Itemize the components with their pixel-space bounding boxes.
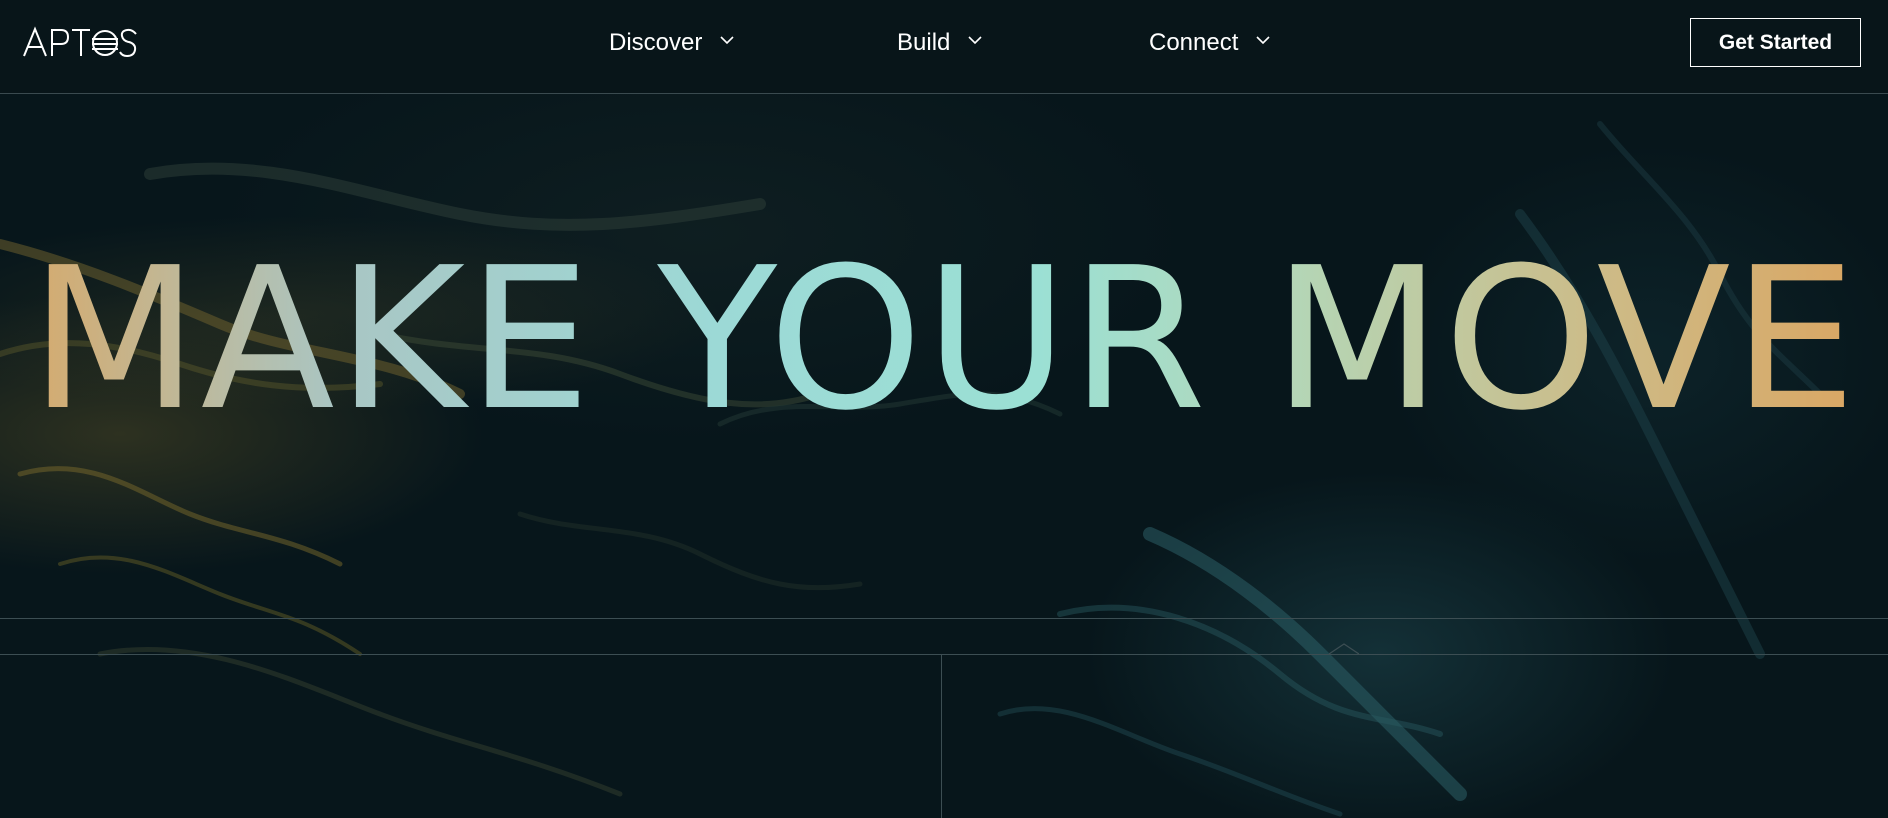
- divider-notch: [1329, 643, 1359, 655]
- aptos-logo[interactable]: [22, 26, 140, 58]
- aptos-logo-icon: [23, 26, 137, 58]
- divider: [0, 654, 1888, 655]
- divider: [0, 618, 1888, 619]
- nav-connect-label: Connect: [1149, 29, 1239, 56]
- nav-connect[interactable]: Connect: [1149, 0, 1270, 86]
- site-header: Discover Build Connect Get Started: [0, 0, 1888, 94]
- nav-build[interactable]: Build: [897, 0, 982, 86]
- hero-headline: MAKE YOUR MOVE: [0, 242, 1888, 438]
- chevron-down-icon: [1256, 32, 1270, 50]
- hero-section: MAKE YOUR MOVE: [0, 94, 1888, 818]
- get-started-button[interactable]: Get Started: [1690, 18, 1861, 67]
- nav-discover[interactable]: Discover: [609, 0, 734, 86]
- nav-discover-label: Discover: [609, 29, 703, 56]
- chevron-down-icon: [720, 32, 734, 50]
- chevron-down-icon: [968, 32, 982, 50]
- column-divider: [941, 655, 942, 818]
- marbled-background: [0, 121, 1823, 817]
- nav-build-label: Build: [897, 29, 951, 56]
